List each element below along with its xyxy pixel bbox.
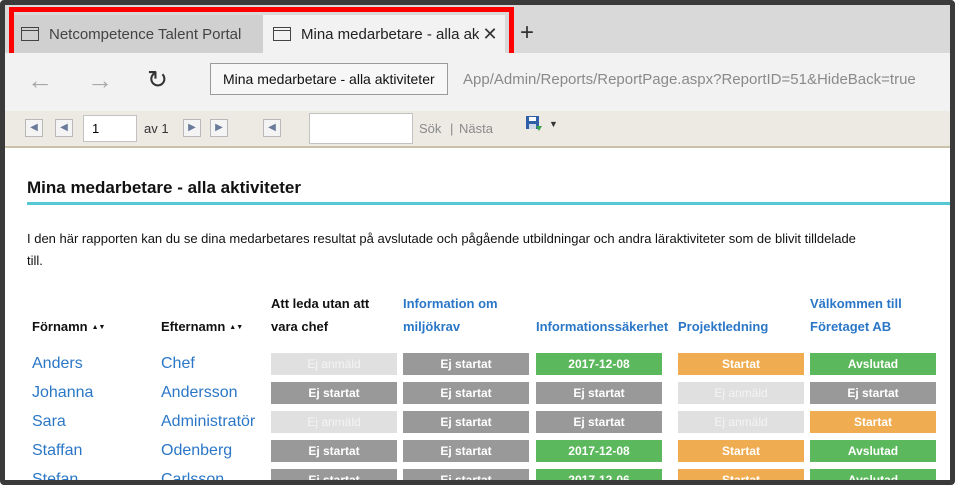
status-badge[interactable]: 2017-12-06 — [536, 469, 662, 480]
first-name-link[interactable]: Sara — [32, 413, 66, 431]
status-badge[interactable]: Startat — [810, 411, 936, 433]
description-line: I den här rapporten kan du se dina medar… — [27, 231, 856, 246]
description-line: till. — [27, 253, 43, 268]
status-badge[interactable]: 2017-12-08 — [536, 353, 662, 375]
last-page-icon[interactable]: ▶ — [210, 119, 228, 137]
report-description: I den här rapporten kan du se dina medar… — [27, 228, 950, 272]
header-line: vara chef — [271, 315, 369, 338]
status-badge[interactable]: Ej startat — [403, 440, 529, 462]
first-name-link[interactable]: Anders — [32, 355, 83, 373]
header-line: Efternamn ▲▼ — [161, 315, 243, 338]
status-badge[interactable]: Ej startat — [271, 382, 397, 404]
header-line: Information om — [403, 296, 498, 311]
search-input[interactable] — [309, 113, 413, 144]
last-name-link[interactable]: Carlsson — [161, 471, 224, 480]
status-badge[interactable]: Ej startat — [810, 382, 936, 404]
header-line: Projektledning — [678, 315, 768, 338]
status-badge[interactable]: Ej anmäld — [678, 411, 804, 433]
status-badge[interactable]: Startat — [678, 440, 804, 462]
status-badge[interactable]: Avslutad — [810, 353, 936, 375]
arrow-right-icon[interactable]: → — [87, 65, 113, 95]
column-header[interactable]: Informationssäkerhet — [536, 292, 668, 338]
chevron-down-icon[interactable]: ▼ — [549, 119, 558, 129]
header-line: Att leda utan att — [271, 296, 370, 311]
header-line — [161, 292, 237, 315]
last-name-link[interactable]: Odenberg — [161, 442, 232, 460]
status-badge[interactable]: Ej startat — [403, 469, 529, 480]
status-badge[interactable]: Ej startat — [403, 382, 529, 404]
header-label: miljökrav — [403, 319, 461, 334]
next-link[interactable]: Nästa — [459, 121, 493, 136]
browser-window: Netcompetence Talent Portal Mina medarbe… — [0, 0, 955, 485]
status-badge[interactable]: Ej anmäld — [678, 382, 804, 404]
navigation-bar: ← → ↻ App/Admin/Reports/ReportPage.aspx?… — [5, 53, 950, 112]
title-underline — [27, 202, 950, 205]
status-badge[interactable]: Ej anmäld — [271, 353, 397, 375]
sort-icon[interactable]: ▲▼ — [229, 324, 243, 331]
header-line: Välkommen till — [810, 296, 902, 311]
sort-icon[interactable]: ▲▼ — [92, 324, 106, 331]
header-line: miljökrav — [403, 315, 498, 338]
report-body: Mina medarbetare - alla aktiviteter I de… — [5, 148, 950, 480]
header-label: Efternamn — [161, 319, 226, 334]
column-header[interactable]: Projektledning — [678, 292, 768, 338]
previous-page-icon[interactable]: ◀ — [55, 119, 73, 137]
header-label: Förnamn — [32, 319, 88, 334]
header-label: Informationssäkerhet — [536, 319, 669, 334]
status-badge[interactable]: Ej startat — [403, 353, 529, 375]
header-line — [678, 292, 768, 315]
report-toolbar: ◀ ◀ av 1 ▶ ▶ ◀ Sök | Nästa ▼ — [5, 111, 950, 148]
header-line: Informationssäkerhet — [536, 315, 668, 338]
status-badge[interactable]: Ej startat — [403, 411, 529, 433]
address-bar[interactable]: App/Admin/Reports/ReportPage.aspx?Report… — [463, 71, 916, 88]
status-badge[interactable]: Startat — [678, 469, 804, 480]
first-page-icon[interactable]: ◀ — [25, 119, 43, 137]
page-number-input[interactable] — [83, 115, 137, 142]
header-line: Förnamn ▲▼ — [32, 315, 106, 338]
column-header[interactable]: Efternamn ▲▼ — [161, 292, 243, 338]
next-page-icon[interactable]: ▶ — [183, 119, 201, 137]
first-name-link[interactable]: Johanna — [32, 384, 93, 402]
status-badge[interactable]: 2017-12-08 — [536, 440, 662, 462]
status-badge[interactable]: Avslutad — [810, 440, 936, 462]
column-header[interactable]: Välkommen till Företaget AB — [810, 292, 902, 338]
report-title: Mina medarbetare - alla aktiviteter — [27, 178, 302, 197]
status-badge[interactable]: Ej startat — [271, 469, 397, 480]
header-line — [32, 292, 100, 315]
status-badge[interactable]: Avslutad — [810, 469, 936, 480]
first-name-link[interactable]: Stefan — [32, 471, 78, 480]
header-label: Företaget AB — [810, 319, 892, 334]
column-header[interactable]: Information om miljökrav — [403, 292, 498, 338]
column-header[interactable]: Förnamn ▲▼ — [32, 292, 106, 338]
find-link[interactable]: Sök — [419, 121, 441, 136]
column-header: Att leda utan att vara chef — [271, 292, 369, 338]
save-export-icon[interactable] — [525, 115, 543, 133]
first-name-link[interactable]: Staffan — [32, 442, 82, 460]
status-badge[interactable]: Ej startat — [536, 382, 662, 404]
last-name-link[interactable]: Andersson — [161, 384, 238, 402]
header-line — [536, 292, 668, 315]
tab-tooltip: Mina medarbetare - alla aktiviteter — [210, 63, 448, 95]
back-to-parent-icon[interactable]: ◀ — [263, 119, 281, 137]
status-badge[interactable]: Ej startat — [536, 411, 662, 433]
header-label: vara chef — [271, 319, 329, 334]
arrow-left-icon[interactable]: ← — [27, 65, 53, 95]
status-badge[interactable]: Ej anmäld — [271, 411, 397, 433]
toolbar-separator: | — [450, 121, 454, 136]
status-badge[interactable]: Ej startat — [271, 440, 397, 462]
last-name-link[interactable]: Chef — [161, 355, 195, 373]
page-count: av 1 — [144, 121, 169, 136]
status-badge[interactable]: Startat — [678, 353, 804, 375]
header-line: Företaget AB — [810, 315, 902, 338]
refresh-icon[interactable]: ↻ — [147, 65, 168, 95]
new-tab-button[interactable]: + — [520, 19, 534, 47]
header-label: Projektledning — [678, 319, 769, 334]
last-name-link[interactable]: Administratör — [161, 413, 255, 431]
